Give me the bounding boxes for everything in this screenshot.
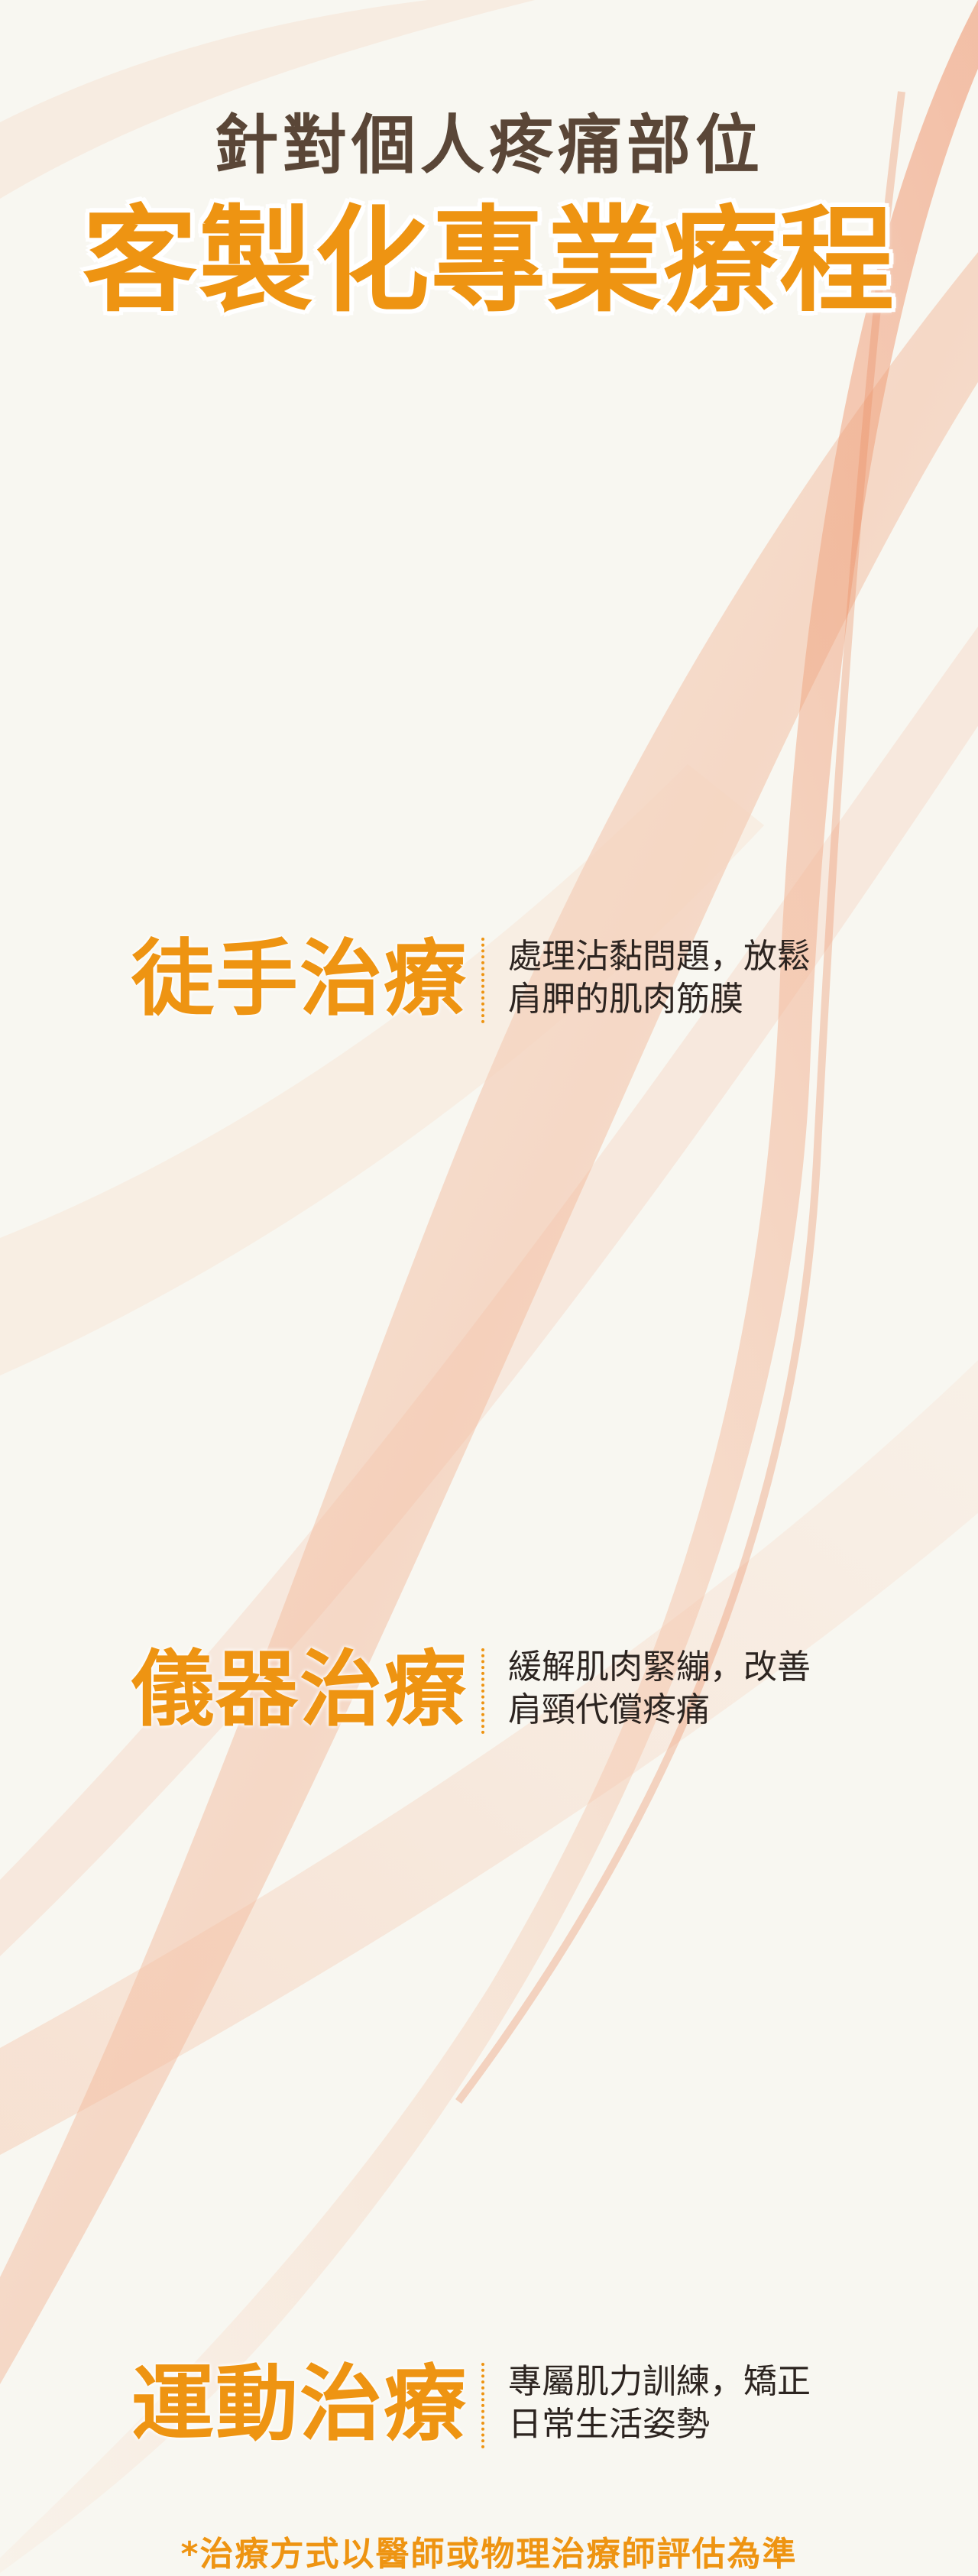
dotted-divider — [481, 1648, 484, 1734]
treatment-title: 儀器治療 — [131, 1642, 468, 1738]
treatment-title: 運動治療 — [131, 2357, 468, 2452]
treatment-title: 徒手治療 — [131, 932, 468, 1027]
treatment-exercise: 運動治療 專屬肌力訓練，矯正 日常生活姿勢 — [0, 2359, 978, 2451]
description-line: 肩頸代償疼痛 — [508, 1690, 710, 1729]
description-line: 專屬肌力訓練，矯正 — [508, 2362, 811, 2401]
description-line: 日常生活姿勢 — [508, 2405, 710, 2444]
treatment-device: 儀器治療 緩解肌肉緊繃，改善 肩頸代償疼痛 — [0, 1644, 978, 1736]
treatment-description: 處理沾黏問題，放鬆 肩胛的肌肉筋膜 — [508, 935, 936, 1021]
description-line: 緩解肌肉緊繃，改善 — [508, 1648, 811, 1687]
subtitle: 針對個人疼痛部位 — [213, 108, 764, 183]
poster: 針對個人疼痛部位 客製化專業療程 徒手治療 處理沾黏問題，放鬆 肩胛的肌肉筋膜 … — [0, 0, 978, 2574]
description-line: 肩胛的肌肉筋膜 — [508, 980, 743, 1019]
dotted-divider — [481, 2363, 484, 2448]
treatment-description: 緩解肌肉緊繃，改善 肩頸代償疼痛 — [508, 1646, 936, 1732]
treatment-description: 專屬肌力訓練，矯正 日常生活姿勢 — [508, 2361, 936, 2446]
main-title: 客製化專業療程 — [82, 195, 895, 328]
treatment-manual: 徒手治療 處理沾黏問題，放鬆 肩胛的肌肉筋膜 — [0, 934, 978, 1026]
description-line: 處理沾黏問題，放鬆 — [508, 937, 811, 976]
disclaimer-note: *治療方式以醫師或物理治療師評估為準 — [180, 2535, 798, 2574]
dotted-divider — [481, 938, 484, 1023]
